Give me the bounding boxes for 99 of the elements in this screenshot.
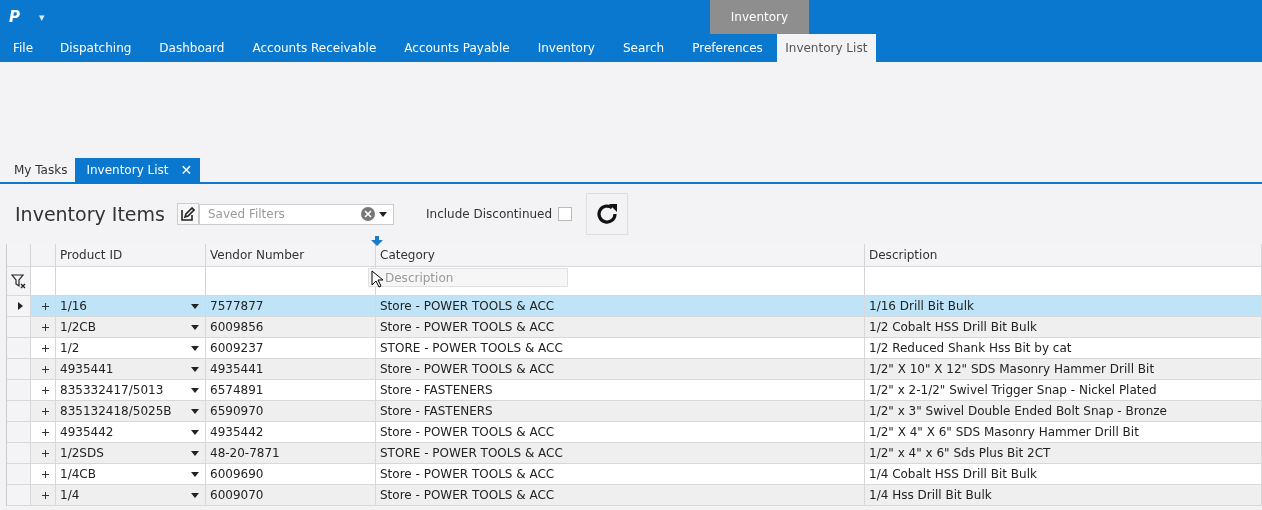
menu-tab[interactable]: Accounts Payable <box>390 34 524 62</box>
table-cell: 835132418/5025B <box>60 404 172 418</box>
context-tab-title: Inventory <box>710 0 809 34</box>
table-cell: 48-20-7871 <box>206 443 376 463</box>
saved-filters-combo[interactable]: Saved Filters <box>199 203 394 225</box>
checkbox-label: Include Discontinued <box>426 207 553 221</box>
dropdown-arrow-icon[interactable] <box>191 324 199 330</box>
dropdown-arrow-icon[interactable] <box>191 408 199 414</box>
clear-filter-icon[interactable] <box>10 273 27 289</box>
menu-tab[interactable]: Dispatching <box>46 34 146 62</box>
table-row[interactable]: 1/4CB 6009690 Store - POWER TOOLS & ACC 1/4 Cobalt HSS Drill Bit Bulk <box>7 464 1262 485</box>
table-cell: Store - POWER TOOLS & ACC <box>376 296 865 316</box>
expand-icon[interactable] <box>41 449 49 457</box>
table-cell: Store - POWER TOOLS & ACC <box>376 464 865 484</box>
table-cell: 1/2 Reduced Shank Hss Bit by cat <box>865 338 1262 358</box>
menu-tab[interactable]: Dashboard <box>145 34 239 62</box>
table-cell: 1/16 <box>60 299 87 313</box>
menu-tab[interactable]: Inventory List <box>776 34 876 62</box>
table-cell: STORE - POWER TOOLS & ACC <box>376 338 865 358</box>
expand-icon[interactable] <box>41 491 49 499</box>
page-title: Inventory Items <box>15 203 166 225</box>
table-cell: 1/4 Hss Drill Bit Bulk <box>865 485 1262 505</box>
table-cell: 6009237 <box>206 338 376 358</box>
table-cell: Store - FASTENERS <box>376 401 865 421</box>
expand-icon[interactable] <box>41 470 49 478</box>
dropdown-arrow-icon[interactable] <box>191 345 199 351</box>
table-cell: 1/2CB <box>60 320 96 334</box>
dragged-column-header: Description <box>368 268 568 287</box>
current-row-icon <box>18 302 23 310</box>
table-cell: Store - POWER TOOLS & ACC <box>376 317 865 337</box>
table-cell: 1/2" x 2-1/2" Swivel Trigger Snap - Nickel Plated <box>865 380 1262 400</box>
table-row[interactable]: 1/4 6009070 Store - POWER TOOLS & ACC 1/4 Hss Drill Bit Bulk <box>7 485 1262 506</box>
app-logo[interactable]: P <box>9 8 25 26</box>
table-row[interactable]: 4935441 4935441 Store - POWER TOOLS & ACC 1/2" X 10" X 12" SDS Masonry Hammer Drill Bit <box>7 359 1262 380</box>
expand-icon[interactable] <box>41 365 49 373</box>
table-cell: 6590970 <box>206 401 376 421</box>
table-cell: 1/2 Cobalt HSS Drill Bit Bulk <box>865 317 1262 337</box>
table-row[interactable]: 1/16 7577877 Store - POWER TOOLS & ACC 1/16 Drill Bit Bulk <box>7 296 1262 317</box>
table-cell: 1/2" X 10" X 12" SDS Masonry Hammer Drill Bit <box>865 359 1262 379</box>
table-cell: 6574891 <box>206 380 376 400</box>
saved-filters-field[interactable]: Saved Filters <box>206 206 357 222</box>
table-cell: Store - POWER TOOLS & ACC <box>376 485 865 505</box>
table-cell: 4935442 <box>206 422 376 442</box>
dropdown-arrow-icon[interactable] <box>379 211 387 217</box>
table-cell: 4935442 <box>60 425 114 439</box>
expand-icon[interactable] <box>41 323 49 331</box>
edit-filter-button[interactable] <box>177 203 199 225</box>
table-cell: 1/2" x 3" Swivel Double Ended Bolt Snap - Bronze <box>865 401 1262 421</box>
dropdown-arrow-icon[interactable] <box>191 471 199 477</box>
table-cell: 835332417/5013 <box>60 383 164 397</box>
table-cell: Store - POWER TOOLS & ACC <box>376 359 865 379</box>
table-cell: 1/2" x 4" x 6" Sds Plus Bit 2CT <box>865 443 1262 463</box>
expand-icon[interactable] <box>41 428 49 436</box>
table-cell: 1/16 Drill Bit Bulk <box>865 296 1262 316</box>
table-cell: 1/2SDS <box>60 446 104 460</box>
expand-icon[interactable] <box>41 344 49 352</box>
expand-icon[interactable] <box>41 407 49 415</box>
dropdown-arrow-icon[interactable] <box>191 492 199 498</box>
table-row[interactable]: 835132418/5025B 6590970 Store - FASTENERS 1/2" x 3" Swivel Double Ended Bolt Snap - Bronze <box>7 401 1262 422</box>
table-row[interactable]: 4935442 4935442 Store - POWER TOOLS & ACC 1/2" X 4" X 6" SDS Masonry Hammer Drill Bit <box>7 422 1262 443</box>
menu-tab[interactable]: Preferences <box>678 34 777 62</box>
table-cell: Store - POWER TOOLS & ACC <box>376 422 865 442</box>
table-cell: 4935441 <box>206 359 376 379</box>
table-cell: 1/2 <box>60 341 80 355</box>
edit-icon <box>181 207 195 221</box>
table-cell: 6009070 <box>206 485 376 505</box>
table-row[interactable]: 1/2CB 6009856 Store - POWER TOOLS & ACC 1/2 Cobalt HSS Drill Bit Bulk <box>7 317 1262 338</box>
table-row[interactable]: 835332417/5013 6574891 Store - FASTENERS 1/2" x 2-1/2" Swivel Trigger Snap - Nickel Plated <box>7 380 1262 401</box>
expand-icon[interactable] <box>41 302 49 310</box>
refresh-button[interactable] <box>586 193 629 235</box>
document-tab[interactable]: Inventory List ✕ <box>75 158 201 182</box>
table-cell: 7577877 <box>206 296 376 316</box>
expand-icon[interactable] <box>41 386 49 394</box>
drop-position-icon <box>371 236 383 246</box>
dropdown-arrow-icon[interactable] <box>191 366 199 372</box>
table-cell: 6009690 <box>206 464 376 484</box>
table-cell: Store - FASTENERS <box>376 380 865 400</box>
menu-tab[interactable]: File <box>0 34 47 62</box>
table-row[interactable]: 1/2SDS 48-20-7871 STORE - POWER TOOLS & ACC 1/2" x 4" x 6" Sds Plus Bit 2CT <box>7 443 1262 464</box>
close-icon[interactable]: ✕ <box>180 162 193 178</box>
dropdown-arrow-icon[interactable] <box>191 450 199 456</box>
menu-tab[interactable]: Inventory <box>523 34 609 62</box>
table-cell: 6009856 <box>206 317 376 337</box>
table-cell: 4935441 <box>60 362 114 376</box>
menu-tab[interactable]: Search <box>608 34 679 62</box>
menu-tab[interactable]: Accounts Receivable <box>238 34 391 62</box>
dropdown-arrow-icon[interactable] <box>191 303 199 309</box>
table-cell: STORE - POWER TOOLS & ACC <box>376 443 865 463</box>
table-cell: 1/4 <box>60 488 80 502</box>
clear-icon[interactable] <box>361 207 375 221</box>
quick-access-menu[interactable]: ▾ <box>39 10 45 24</box>
table-cell: 1/4 Cobalt HSS Drill Bit Bulk <box>865 464 1262 484</box>
table-row[interactable]: 1/2 6009237 STORE - POWER TOOLS & ACC 1/2 Reduced Shank Hss Bit by cat <box>7 338 1262 359</box>
table-cell: 1/2" X 4" X 6" SDS Masonry Hammer Drill Bit <box>865 422 1262 442</box>
dropdown-arrow-icon[interactable] <box>191 387 199 393</box>
checkbox[interactable] <box>558 207 573 221</box>
table-cell: 1/4CB <box>60 467 96 481</box>
document-tab[interactable]: My Tasks <box>6 158 76 182</box>
dropdown-arrow-icon[interactable] <box>191 429 199 435</box>
